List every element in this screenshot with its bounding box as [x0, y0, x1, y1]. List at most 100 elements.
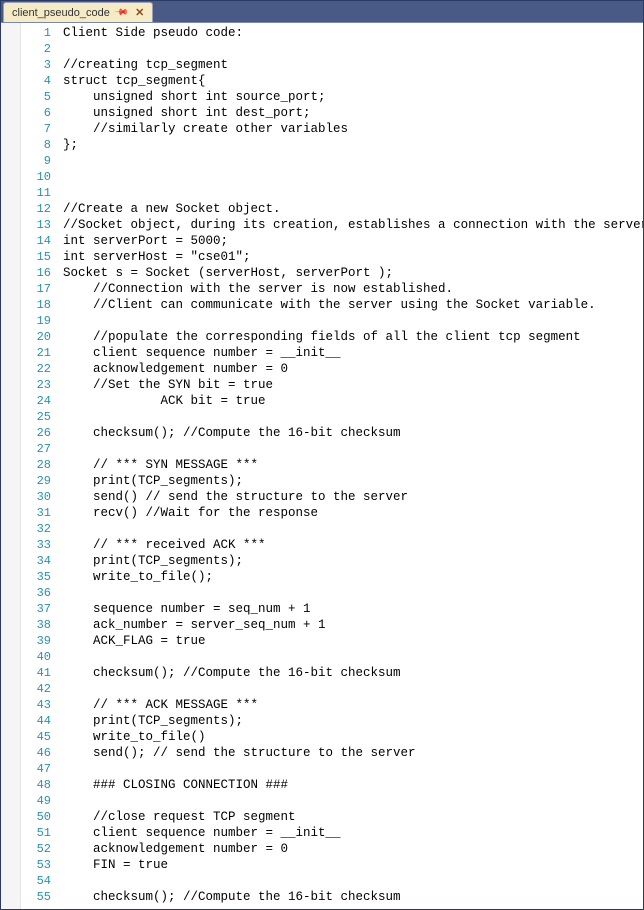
line-number: 22: [21, 361, 51, 377]
code-line[interactable]: unsigned short int source_port;: [63, 89, 643, 105]
code-editor[interactable]: 1234567891011121314151617181920212223242…: [1, 23, 643, 909]
code-line[interactable]: Client Side pseudo code:: [63, 25, 643, 41]
line-number: 42: [21, 681, 51, 697]
code-line[interactable]: Socket s = Socket (serverHost, serverPor…: [63, 265, 643, 281]
code-line[interactable]: ack_number = server_seq_num + 1: [63, 617, 643, 633]
line-number: 15: [21, 249, 51, 265]
code-line[interactable]: [63, 649, 643, 665]
code-line[interactable]: unsigned short int dest_port;: [63, 105, 643, 121]
line-number: 32: [21, 521, 51, 537]
line-number: 2: [21, 41, 51, 57]
line-number: 8: [21, 137, 51, 153]
line-number-gutter: 1234567891011121314151617181920212223242…: [21, 23, 57, 909]
line-number: 44: [21, 713, 51, 729]
code-line[interactable]: acknowledgement number = 0: [63, 361, 643, 377]
code-line[interactable]: [63, 585, 643, 601]
code-line[interactable]: int serverHost = "cse01";: [63, 249, 643, 265]
code-line[interactable]: checksum(); //Compute the 16-bit checksu…: [63, 425, 643, 441]
code-line[interactable]: send() // send the structure to the serv…: [63, 489, 643, 505]
code-line[interactable]: [63, 409, 643, 425]
code-line[interactable]: //close request TCP segment: [63, 809, 643, 825]
code-line[interactable]: ### CLOSING CONNECTION ###: [63, 777, 643, 793]
code-line[interactable]: print(TCP_segments);: [63, 713, 643, 729]
code-line[interactable]: //similarly create other variables: [63, 121, 643, 137]
code-line[interactable]: FIN = true: [63, 857, 643, 873]
line-number: 21: [21, 345, 51, 361]
code-line[interactable]: [63, 41, 643, 57]
line-number: 12: [21, 201, 51, 217]
code-line[interactable]: acknowledgement number = 0: [63, 841, 643, 857]
line-number: 35: [21, 569, 51, 585]
code-line[interactable]: [63, 169, 643, 185]
code-line[interactable]: [63, 761, 643, 777]
line-number: 26: [21, 425, 51, 441]
code-line[interactable]: [63, 185, 643, 201]
code-line[interactable]: [63, 153, 643, 169]
code-line[interactable]: send(); // send the structure to the ser…: [63, 745, 643, 761]
code-line[interactable]: };: [63, 137, 643, 153]
code-line[interactable]: [63, 873, 643, 889]
line-number: 34: [21, 553, 51, 569]
line-number: 10: [21, 169, 51, 185]
code-line[interactable]: //creating tcp_segment: [63, 57, 643, 73]
line-number: 5: [21, 89, 51, 105]
code-line[interactable]: ACK bit = true: [63, 393, 643, 409]
line-number: 11: [21, 185, 51, 201]
code-line[interactable]: // *** ACK MESSAGE ***: [63, 697, 643, 713]
line-number: 47: [21, 761, 51, 777]
code-line[interactable]: [63, 441, 643, 457]
code-line[interactable]: [63, 681, 643, 697]
code-line[interactable]: client sequence number = __init__: [63, 345, 643, 361]
line-number: 18: [21, 297, 51, 313]
line-number: 50: [21, 809, 51, 825]
close-icon[interactable]: ✕: [133, 6, 146, 19]
code-line[interactable]: sequence number = seq_num + 1: [63, 601, 643, 617]
code-line[interactable]: //Socket object, during its creation, es…: [63, 217, 643, 233]
file-tab[interactable]: client_pseudo_code 📌 ✕: [3, 2, 153, 22]
code-line[interactable]: struct tcp_segment{: [63, 73, 643, 89]
line-number: 38: [21, 617, 51, 633]
code-line[interactable]: recv() //Wait for the response: [63, 505, 643, 521]
line-number: 27: [21, 441, 51, 457]
code-line[interactable]: [63, 313, 643, 329]
code-line[interactable]: print(TCP_segments);: [63, 473, 643, 489]
code-line[interactable]: // *** received ACK ***: [63, 537, 643, 553]
line-number: 45: [21, 729, 51, 745]
line-number: 28: [21, 457, 51, 473]
code-line[interactable]: ACK_FLAG = true: [63, 633, 643, 649]
line-number: 37: [21, 601, 51, 617]
line-number: 43: [21, 697, 51, 713]
breakpoint-margin[interactable]: [1, 23, 21, 909]
code-line[interactable]: checksum(); //Compute the 16-bit checksu…: [63, 665, 643, 681]
code-line[interactable]: //Create a new Socket object.: [63, 201, 643, 217]
line-number: 36: [21, 585, 51, 601]
line-number: 33: [21, 537, 51, 553]
code-line[interactable]: client sequence number = __init__: [63, 825, 643, 841]
code-line[interactable]: //Set the SYN bit = true: [63, 377, 643, 393]
code-line[interactable]: write_to_file();: [63, 569, 643, 585]
code-line[interactable]: print(TCP_segments);: [63, 553, 643, 569]
code-line[interactable]: //populate the corresponding fields of a…: [63, 329, 643, 345]
editor-window: client_pseudo_code 📌 ✕ 12345678910111213…: [0, 0, 644, 910]
code-line[interactable]: //Client can communicate with the server…: [63, 297, 643, 313]
line-number: 24: [21, 393, 51, 409]
line-number: 30: [21, 489, 51, 505]
line-number: 9: [21, 153, 51, 169]
line-number: 54: [21, 873, 51, 889]
code-area[interactable]: Client Side pseudo code: //creating tcp_s…: [57, 23, 643, 909]
line-number: 19: [21, 313, 51, 329]
line-number: 7: [21, 121, 51, 137]
code-line[interactable]: // *** SYN MESSAGE ***: [63, 457, 643, 473]
line-number: 16: [21, 265, 51, 281]
pin-icon[interactable]: 📌: [114, 5, 130, 21]
code-line[interactable]: checksum(); //Compute the 16-bit checksu…: [63, 889, 643, 905]
code-line[interactable]: write_to_file(): [63, 729, 643, 745]
code-line[interactable]: int serverPort = 5000;: [63, 233, 643, 249]
tab-bar: client_pseudo_code 📌 ✕: [1, 1, 643, 23]
line-number: 25: [21, 409, 51, 425]
line-number: 23: [21, 377, 51, 393]
code-line[interactable]: [63, 793, 643, 809]
code-line[interactable]: [63, 521, 643, 537]
code-line[interactable]: //Connection with the server is now esta…: [63, 281, 643, 297]
line-number: 31: [21, 505, 51, 521]
